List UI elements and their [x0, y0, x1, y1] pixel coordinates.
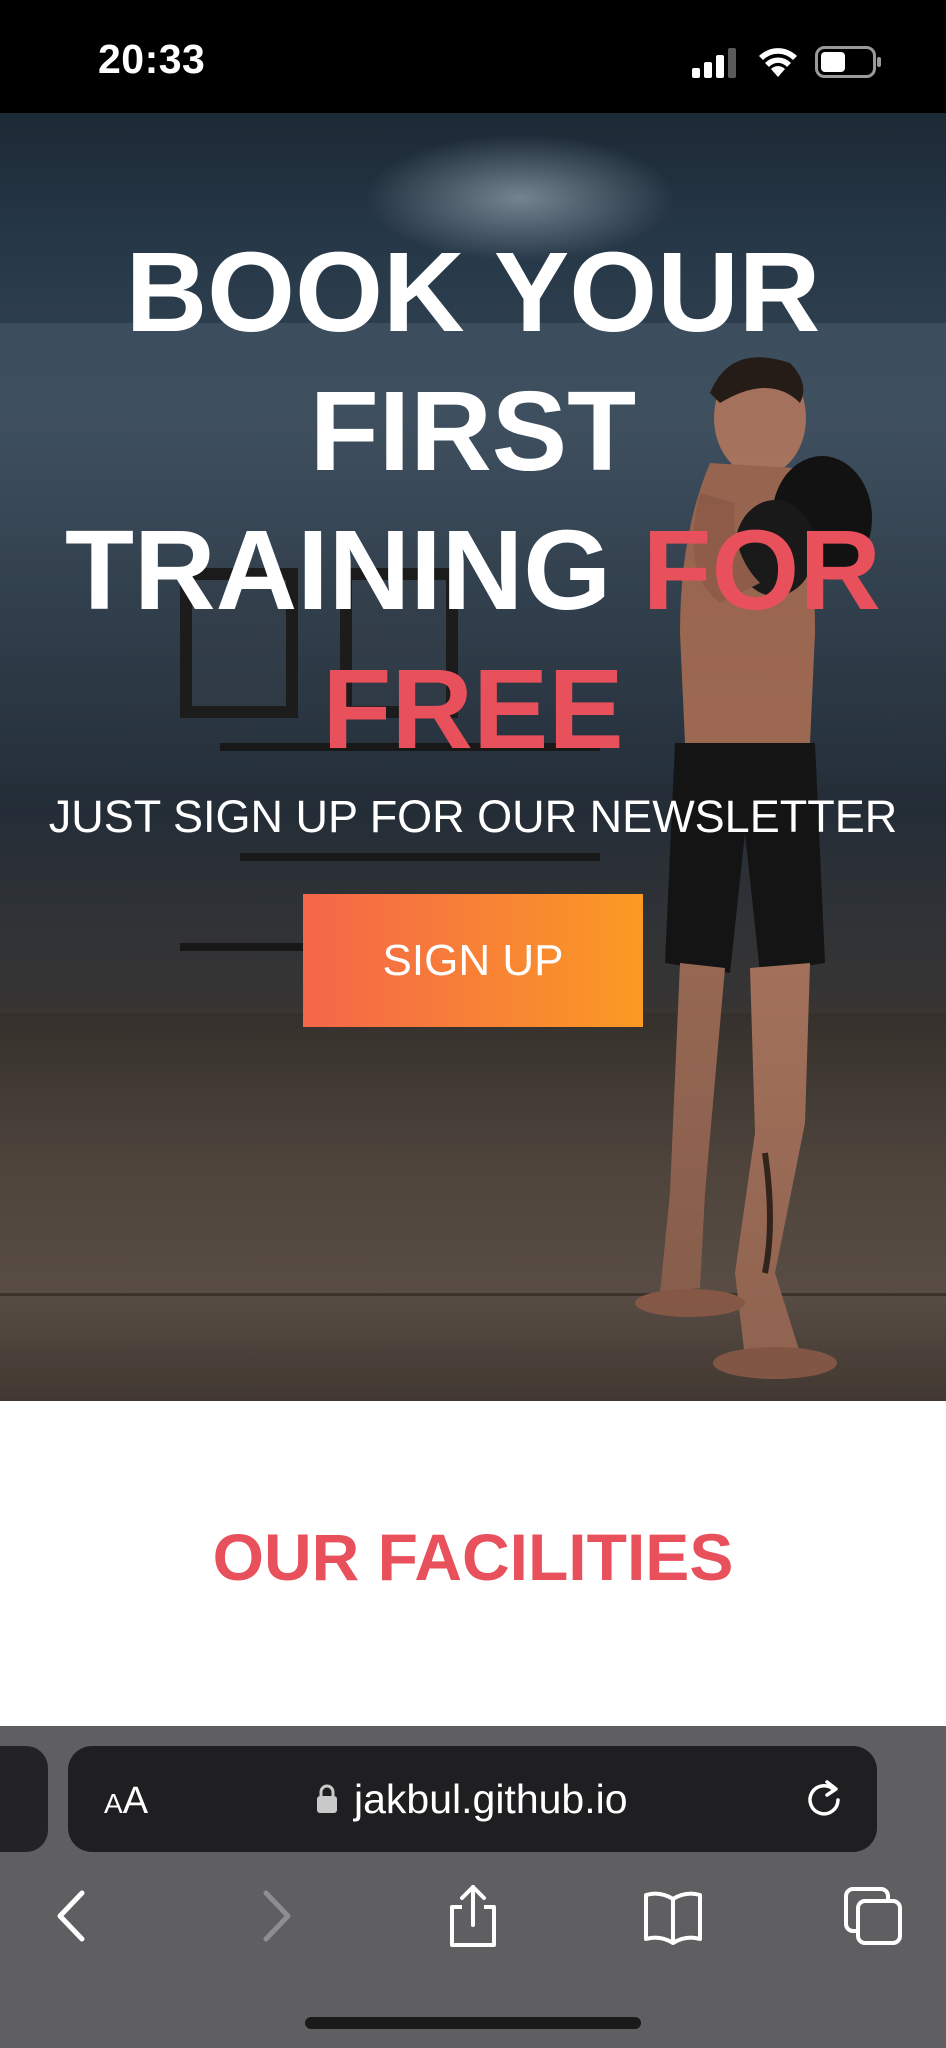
hero-subtitle: JUST SIGN UP FOR OUR NEWSLETTER: [48, 791, 898, 842]
facilities-title: OUR FACILITIES: [212, 1520, 734, 1594]
hero-section: BOOK YOUR FIRST TRAINING FOR FREE JUST S…: [0, 113, 946, 1401]
lock-icon: [317, 1784, 337, 1813]
battery-icon: [815, 46, 881, 78]
status-bar: 20:33: [0, 0, 946, 113]
wifi-icon: [759, 48, 797, 77]
hero-title-line1: BOOK YOUR: [125, 229, 821, 355]
status-time: 20:33: [98, 36, 206, 82]
browser-toolbar: AA jakbul.github.io: [0, 1726, 946, 2048]
back-icon[interactable]: [38, 1881, 108, 1951]
text-size-button[interactable]: AA: [104, 1780, 148, 1823]
reload-icon[interactable]: [803, 1778, 845, 1820]
home-indicator[interactable]: [305, 2017, 641, 2029]
url-text[interactable]: jakbul.github.io: [354, 1776, 628, 1823]
tabs-icon[interactable]: [838, 1881, 908, 1951]
sign-up-button[interactable]: SIGN UP: [303, 894, 643, 1027]
hero-title-accent-for: FOR: [642, 507, 882, 633]
signal-icon: [692, 48, 736, 78]
address-bar[interactable]: AA jakbul.github.io: [68, 1746, 877, 1852]
hero-title-accent-free: FREE: [322, 646, 624, 772]
bookmarks-icon[interactable]: [638, 1881, 708, 1951]
hero-title-line3: TRAINING: [64, 507, 612, 633]
share-icon[interactable]: [438, 1881, 508, 1951]
facilities-section: OUR FACILITIES: [0, 1401, 946, 1726]
forward-icon[interactable]: [240, 1881, 310, 1951]
hero-title-line2: FIRST: [309, 368, 637, 494]
hero-title: BOOK YOUR FIRST TRAINING FOR FREE: [0, 223, 946, 779]
previous-tab-edge[interactable]: [0, 1746, 48, 1852]
